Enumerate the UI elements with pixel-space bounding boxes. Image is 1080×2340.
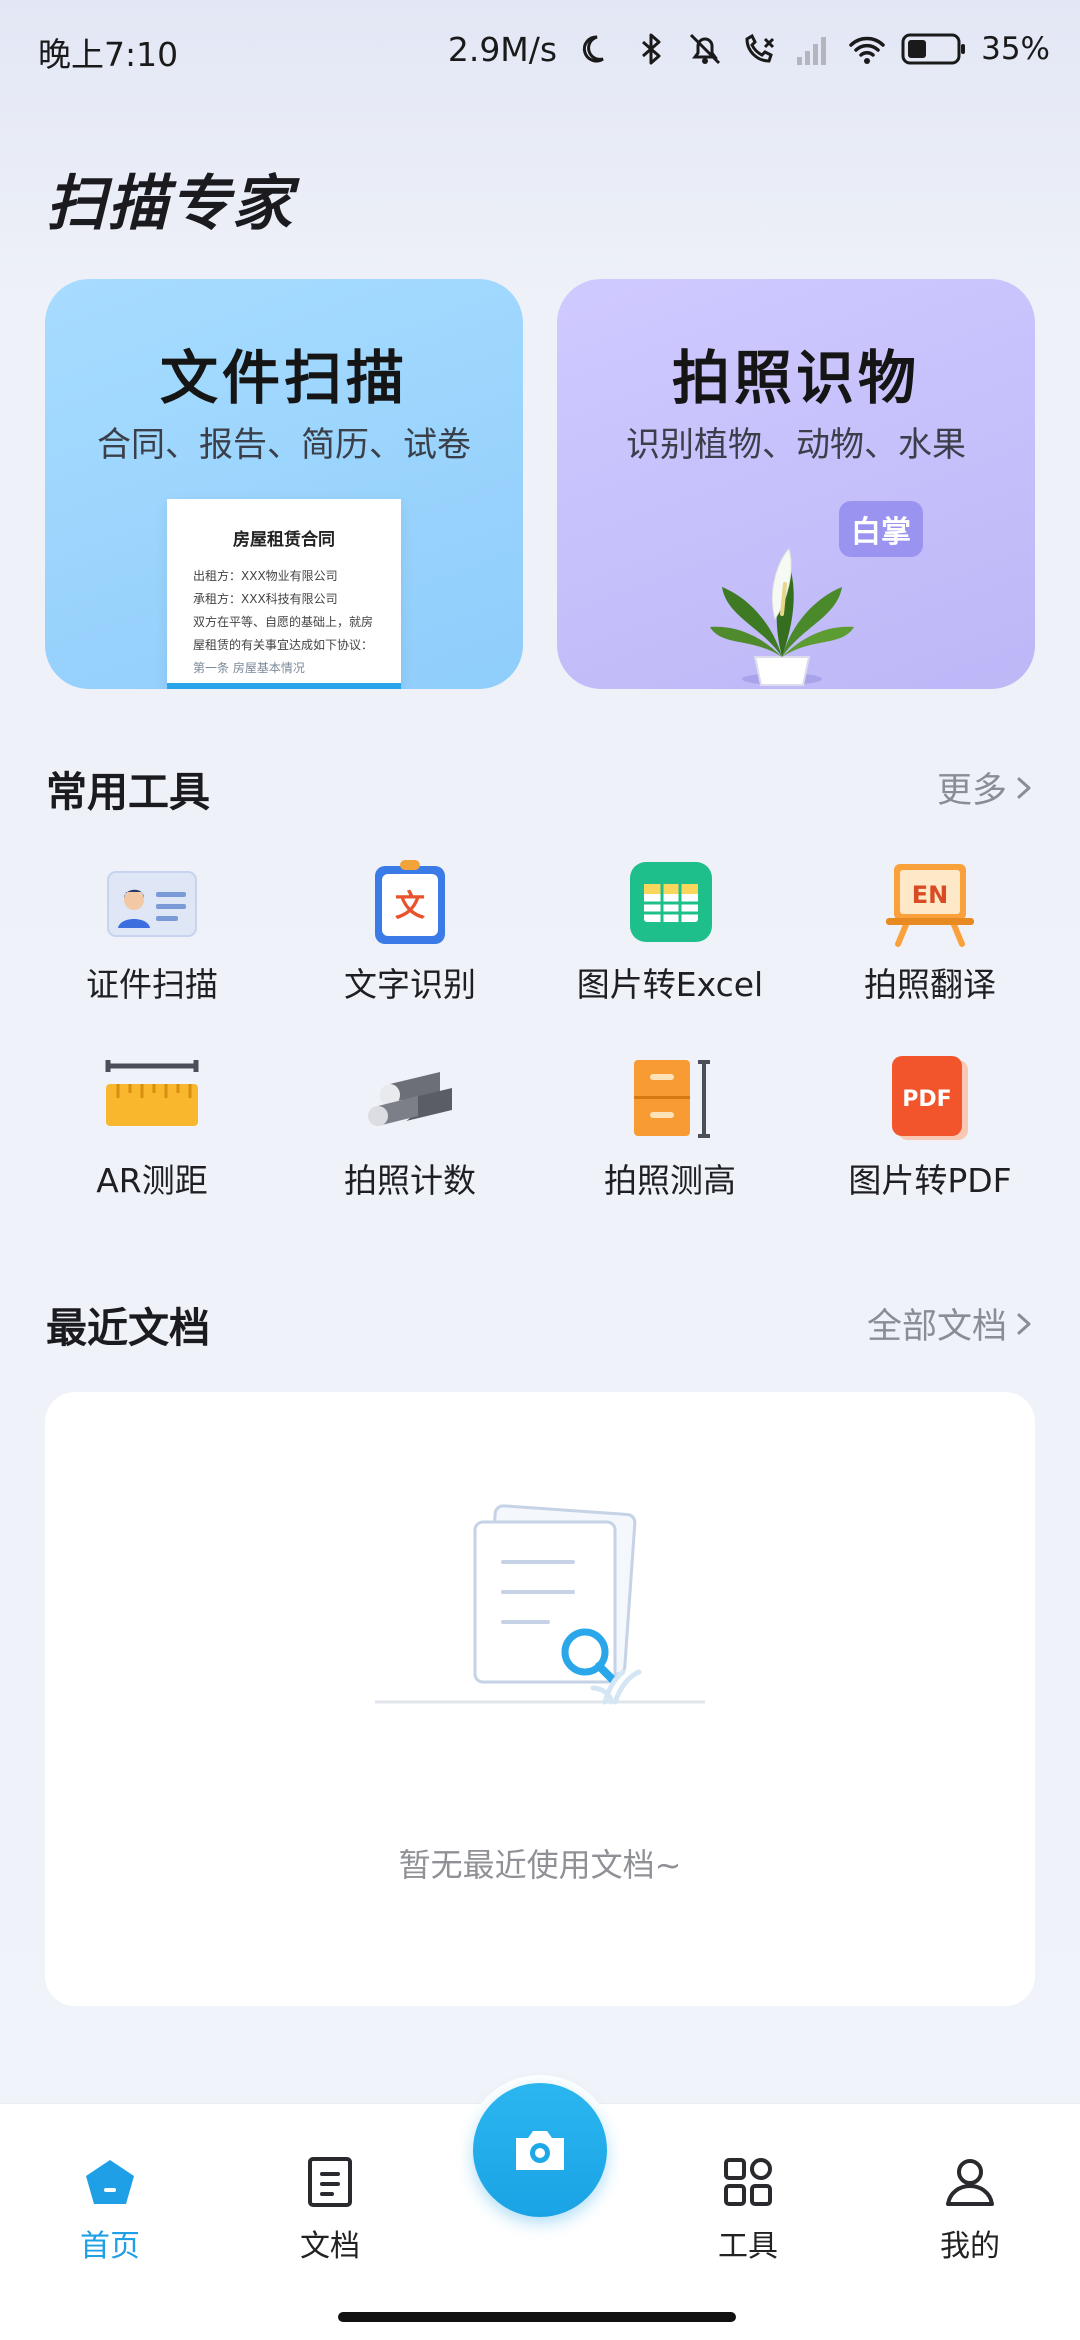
mute-icon [690,33,721,65]
translate-icon: EN [886,864,974,947]
identify-subtitle: 识别植物、动物、水果 [626,425,966,465]
plant-name-tag: 白掌 [839,501,923,557]
empty-documents-icon [375,1504,705,1705]
pdf-icon: PDF [892,1056,968,1140]
contract-line: 承租方：XXX科技有限公司 [193,592,338,606]
text-recognition-icon: 文 [375,860,445,944]
nav-profile[interactable]: 我的 [900,2144,1040,2264]
tool-photo-count[interactable]: 拍照计数 [280,1054,540,1224]
tool-text-recognition[interactable]: 文 文字识别 [280,858,540,1028]
contract-line: 出租方：XXX物业有限公司 [193,569,338,583]
nav-label: 文档 [300,2229,360,2264]
app-title: 扫描专家 [46,169,294,239]
tool-photo-height[interactable]: 拍照测高 [540,1054,800,1224]
contract-document-illustration: 房屋租赁合同 出租方：XXX物业有限公司 承租方：XXX科技有限公司 双方在平等… [167,499,401,689]
nav-label: 工具 [718,2229,778,2264]
tool-image-to-pdf[interactable]: PDF 图片转PDF [800,1054,1060,1224]
chevron-right-icon [1017,1313,1031,1334]
tool-label: 文字识别 [344,965,476,1004]
nav-home[interactable]: 首页 [40,2144,180,2264]
nav-label: 我的 [940,2229,1000,2264]
screen: 晚上7:10 2.9M/s 35% 扫描专家 文件扫描 合同、报告、简历、试卷 … [0,0,1080,2340]
all-documents-link[interactable]: 全部文档 [867,1298,1035,1349]
ruler-icon [105,1060,199,1126]
tool-label: 图片转Excel [576,965,764,1004]
tool-label: 拍照翻译 [864,965,996,1004]
tool-photo-translate[interactable]: EN 拍照翻译 [800,858,1060,1028]
status-time: 晚上7:10 [38,35,179,74]
camera-button-circle [473,2083,607,2217]
contract-line: 第一条 房屋基本情况 [193,661,305,675]
scan-line [167,683,401,689]
camera-icon [516,2131,564,2170]
tool-id-scan[interactable]: 证件扫描 [22,858,282,1028]
battery-icon [901,33,966,65]
tool-label: AR测距 [96,1161,208,1200]
excel-icon [630,862,712,942]
contract-line: 屋租赁的有关事宜达成如下协议： [193,638,374,652]
battery-percent: 35% [981,31,1050,67]
tool-image-to-excel[interactable]: 图片转Excel [540,858,800,1028]
plant-icon [710,548,854,686]
nav-documents[interactable]: 文档 [260,2144,400,2264]
tools-section-title: 常用工具 [46,768,210,816]
tool-ar-ruler[interactable]: AR测距 [22,1054,282,1224]
network-speed: 2.9M/s [447,29,558,69]
signal-icon [797,37,827,65]
call-icon [745,33,775,63]
moon-icon [582,35,604,63]
status-icons: 2.9M/s 35% [448,24,1050,74]
home-icon [86,2160,134,2204]
profile-icon [946,2159,994,2206]
tool-label: 证件扫描 [86,965,218,1004]
pdf-icon-glyph: PDF [902,1087,951,1112]
empty-state-text: 暂无最近使用文档~ [398,1846,682,1884]
tool-label: 图片转PDF [848,1161,1012,1200]
recent-section-title: 最近文档 [46,1304,210,1352]
bluetooth-icon [642,33,661,65]
camera-button[interactable] [465,2075,615,2225]
pipes-count-icon [368,1072,452,1126]
tools-more-label: 更多 [936,771,1007,811]
identify-object-card[interactable]: 拍照识物 识别植物、动物、水果 白掌 [557,279,1035,689]
nav-tools[interactable]: 工具 [678,2144,818,2264]
file-scan-subtitle: 合同、报告、简历、试卷 [97,425,471,465]
nav-label: 首页 [80,2229,140,2264]
contract-title: 房屋租赁合同 [233,530,335,550]
recent-documents-card: 暂无最近使用文档~ [45,1392,1035,2006]
contract-line: 双方在平等、自愿的基础上，就房 [193,615,374,629]
chevron-right-icon [1017,777,1031,798]
home-indicator[interactable] [338,2312,736,2322]
wifi-icon [849,36,885,64]
grid-icon [724,2158,772,2206]
height-measure-icon [634,1060,710,1138]
document-icon [308,2157,352,2207]
translate-icon-glyph: EN [912,881,948,909]
file-scan-card[interactable]: 文件扫描 合同、报告、简历、试卷 房屋租赁合同 出租方：XXX物业有限公司 承租… [45,279,523,689]
identify-title: 拍照识物 [671,344,920,412]
tool-label: 拍照计数 [344,1161,476,1200]
file-scan-title: 文件扫描 [159,344,408,412]
tool-label: 拍照测高 [604,1161,736,1200]
text-icon-glyph: 文 [395,889,425,924]
all-documents-label: 全部文档 [866,1307,1007,1347]
tools-more-link[interactable]: 更多 [937,762,1035,813]
id-card-icon [107,871,197,937]
status-bar: 晚上7:10 2.9M/s 35% [0,0,1080,100]
